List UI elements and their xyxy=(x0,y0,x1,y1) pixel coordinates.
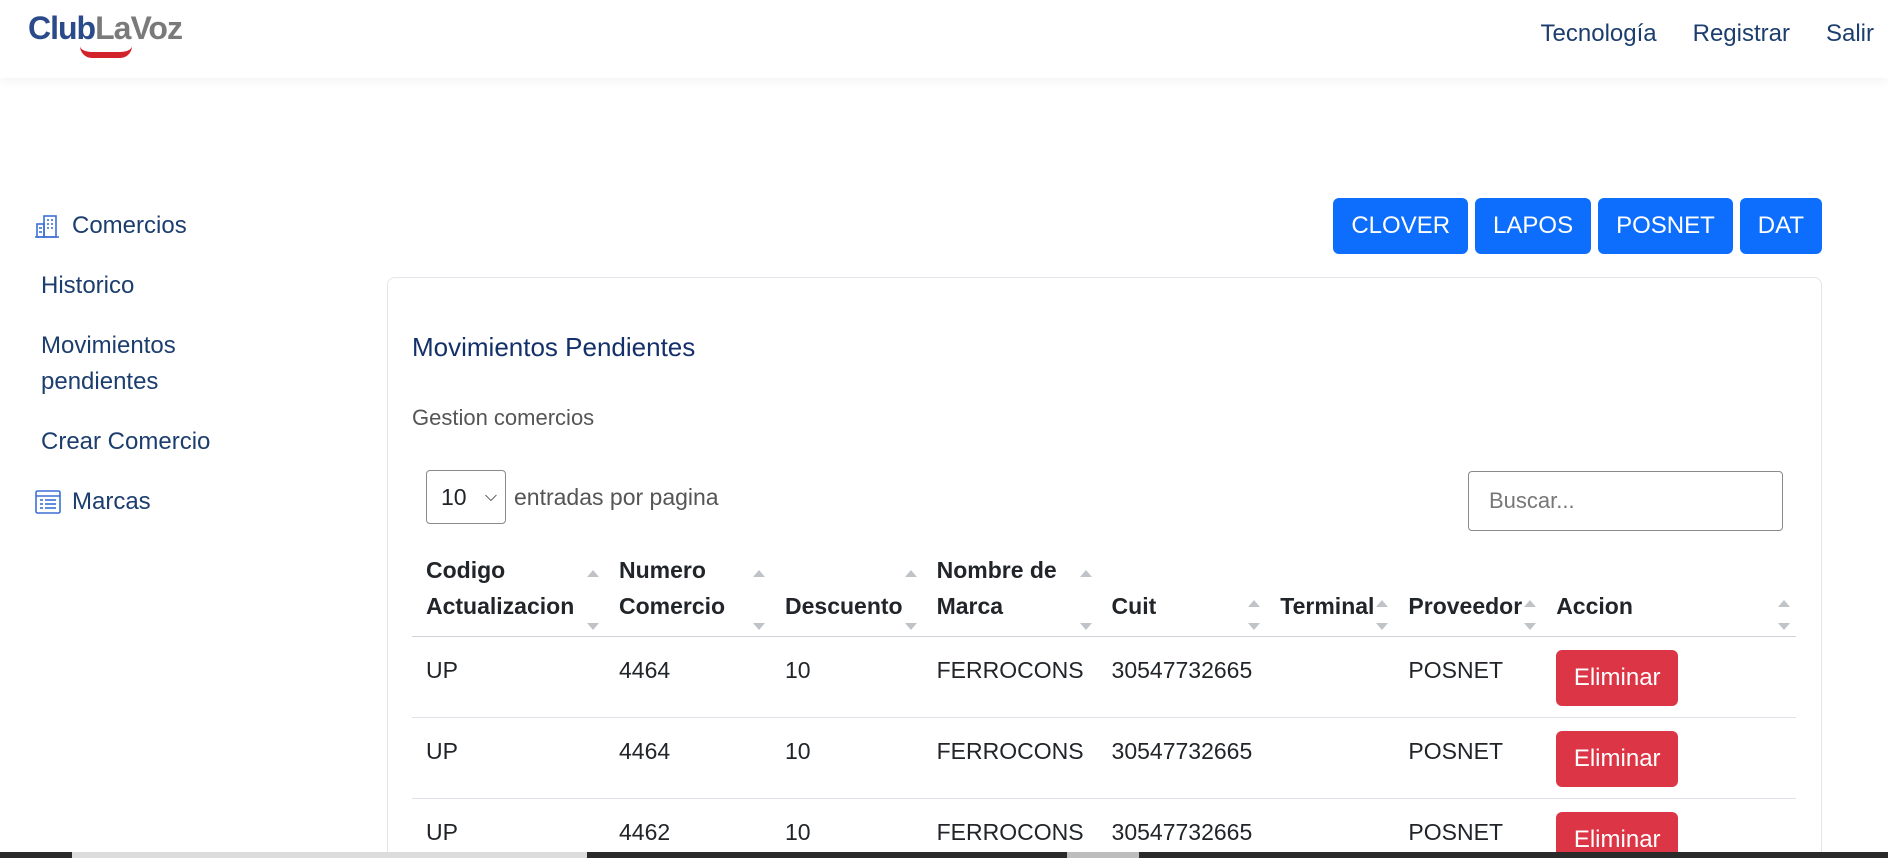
sidebar-item-marcas[interactable]: Marcas xyxy=(34,484,151,520)
column-header-proveedor[interactable]: Proveedor xyxy=(1394,544,1543,637)
cell-terminal xyxy=(1266,717,1395,799)
logo-club-text: Club xyxy=(28,10,96,46)
logo-lavoz-text: LaVoz xyxy=(95,10,183,46)
dat-button[interactable]: DAT xyxy=(1739,198,1822,254)
page-length-select[interactable]: 10 ⌵ xyxy=(426,470,506,524)
cell-proveedor: POSNET xyxy=(1394,717,1543,799)
sidebar-item-comercios[interactable]: Comercios xyxy=(34,208,187,244)
cell-codigo: UP xyxy=(412,717,605,799)
page-length-control: 10 ⌵ entradas por pagina xyxy=(426,470,719,524)
column-header-descuento[interactable]: Descuento xyxy=(771,544,923,637)
horizontal-scrollbar[interactable] xyxy=(0,852,1888,858)
column-header-codigo[interactable]: Codigo Actualizacion xyxy=(412,544,605,637)
cell-accion: Eliminar xyxy=(1542,798,1796,858)
building-icon xyxy=(35,215,59,238)
nav-link-registrar[interactable]: Registrar xyxy=(1693,20,1790,48)
clover-button[interactable]: CLOVER xyxy=(1333,198,1469,254)
nav-link-tecnologia[interactable]: Tecnología xyxy=(1541,20,1657,48)
cell-codigo: UP xyxy=(412,636,605,718)
sort-icon xyxy=(753,570,765,630)
lapos-button[interactable]: LAPOS xyxy=(1475,198,1592,254)
sort-icon xyxy=(1524,600,1537,630)
page-length-label: entradas por pagina xyxy=(514,483,719,510)
top-navbar: ClubLaVoz Tecnología Registrar Salir xyxy=(0,0,1888,78)
sidebar-item-historico[interactable]: Historico xyxy=(34,268,134,304)
cell-marca: FERROCONS xyxy=(922,717,1098,799)
cell-accion: Eliminar xyxy=(1542,636,1796,718)
movimientos-card: Movimientos Pendientes Gestion comercios… xyxy=(387,277,1822,858)
sidebar-item-label: Historico xyxy=(41,272,135,299)
sort-icon xyxy=(1376,600,1389,630)
sort-icon xyxy=(1079,570,1092,630)
cell-marca: FERROCONS xyxy=(922,798,1098,858)
main-nav: Tecnología Registrar Salir xyxy=(1541,20,1874,48)
column-header-terminal[interactable]: Terminal xyxy=(1266,544,1395,637)
page-title: Movimientos Pendientes xyxy=(412,332,696,362)
scrollbar-segment xyxy=(1067,852,1139,858)
cell-terminal xyxy=(1266,798,1395,858)
column-header-cuit[interactable]: Cuit xyxy=(1097,544,1267,637)
search-input[interactable] xyxy=(1468,471,1783,531)
cell-cuit: 30547732665 xyxy=(1097,717,1267,799)
card-subtitle: Gestion comercios xyxy=(412,405,595,430)
cell-marca: FERROCONS xyxy=(922,636,1098,718)
posnet-button[interactable]: POSNET xyxy=(1598,198,1733,254)
eliminar-button[interactable]: Eliminar xyxy=(1556,650,1679,706)
sidebar-item-crear-comercio[interactable]: Crear Comercio xyxy=(34,424,210,460)
provider-button-group: CLOVER LAPOS POSNET DAT xyxy=(1333,198,1822,254)
cell-proveedor: POSNET xyxy=(1394,798,1543,858)
cell-terminal xyxy=(1266,636,1395,718)
logo-swoosh-icon xyxy=(80,46,132,58)
table-row: UP 4462 10 FERROCONS 30547732665 POSNET … xyxy=(412,798,1796,858)
table-row: UP 4464 10 FERROCONS 30547732665 POSNET … xyxy=(412,636,1796,718)
sort-icon xyxy=(587,570,599,630)
sidebar-item-label: Movimientos pendientes xyxy=(41,332,176,395)
cell-accion: Eliminar xyxy=(1542,717,1796,799)
cell-numero: 4462 xyxy=(605,798,771,858)
sidebar-item-label: Marcas xyxy=(72,488,151,515)
column-header-marca[interactable]: Nombre de Marca xyxy=(922,544,1098,637)
movimientos-table: Codigo Actualizacion Numero Comercio Des… xyxy=(412,544,1796,858)
table-row: UP 4464 10 FERROCONS 30547732665 POSNET … xyxy=(412,717,1796,799)
sort-icon xyxy=(1778,600,1790,630)
cell-codigo: UP xyxy=(412,798,605,858)
scrollbar-thumb[interactable] xyxy=(72,852,587,858)
sort-icon xyxy=(904,570,917,630)
sidebar-item-label: Comercios xyxy=(72,212,187,239)
sort-icon xyxy=(1248,600,1261,630)
nav-link-salir[interactable]: Salir xyxy=(1826,20,1874,48)
column-header-accion[interactable]: Accion xyxy=(1542,544,1796,637)
cell-cuit: 30547732665 xyxy=(1097,798,1267,858)
page-length-value: 10 xyxy=(441,483,467,510)
sidebar-item-label: Crear Comercio xyxy=(41,428,211,455)
sidebar-item-movimientos-pendientes[interactable]: Movimientos pendientes xyxy=(34,328,234,400)
eliminar-button[interactable]: Eliminar xyxy=(1556,731,1679,787)
column-header-numero[interactable]: Numero Comercio xyxy=(605,544,771,637)
table-header-row: Codigo Actualizacion Numero Comercio Des… xyxy=(412,544,1796,637)
club-la-voz-logo[interactable]: ClubLaVoz xyxy=(28,10,183,58)
cell-numero: 4464 xyxy=(605,717,771,799)
chevron-down-icon: ⌵ xyxy=(484,488,497,505)
table-list-icon xyxy=(35,490,61,514)
cell-proveedor: POSNET xyxy=(1394,636,1543,718)
cell-numero: 4464 xyxy=(605,636,771,718)
cell-descuento: 10 xyxy=(771,636,923,718)
cell-cuit: 30547732665 xyxy=(1097,636,1267,718)
cell-descuento: 10 xyxy=(771,798,923,858)
cell-descuento: 10 xyxy=(771,717,923,799)
